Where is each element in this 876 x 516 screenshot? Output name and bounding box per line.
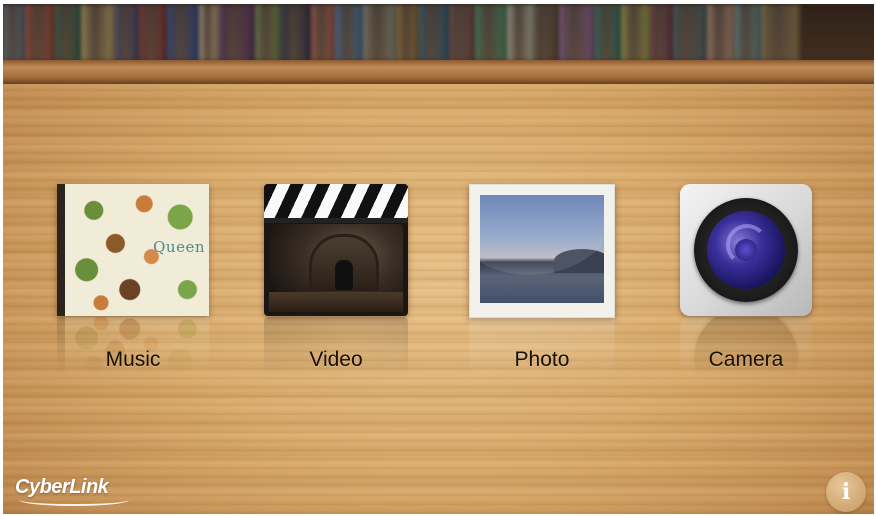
book-spine	[199, 4, 219, 62]
photo-frame-icon[interactable]	[469, 184, 615, 318]
book-spine	[115, 4, 139, 62]
scene-floor	[269, 292, 403, 312]
lens-ring	[694, 198, 798, 302]
book-spine	[735, 4, 761, 62]
book-spine	[219, 4, 255, 62]
book-spine	[419, 4, 449, 62]
book-spine	[475, 4, 507, 62]
book-spine	[397, 4, 419, 62]
scene-figure	[335, 260, 353, 290]
tile-camera[interactable]: Camera	[671, 184, 821, 384]
camera-lens-icon[interactable]	[680, 184, 812, 316]
book-spine	[707, 4, 735, 62]
cyberlink-logo: CyberLink	[15, 474, 135, 506]
tile-label-video[interactable]: Video	[261, 348, 411, 372]
album-cover-text: Queen	[153, 238, 205, 256]
app-window: Queen Music Video Photo Camera CyberLink…	[3, 4, 874, 514]
book-spine	[363, 4, 397, 62]
clapper-stripes	[264, 184, 408, 218]
book-spine	[25, 4, 55, 62]
book-spine	[139, 4, 167, 62]
book-spine	[281, 4, 311, 62]
book-spine	[507, 4, 535, 62]
book-spine	[55, 4, 81, 62]
clapper-bar	[264, 218, 408, 223]
book-spine	[595, 4, 621, 62]
book-spine	[311, 4, 335, 62]
book-spine	[81, 4, 115, 62]
logo-swoosh	[19, 494, 129, 506]
book-spine	[621, 4, 651, 62]
book-spine	[673, 4, 707, 62]
lens-center	[735, 239, 757, 261]
bookshelf-header	[3, 4, 874, 84]
video-scene	[269, 224, 403, 312]
tile-label-camera[interactable]: Camera	[671, 348, 821, 372]
tile-label-photo[interactable]: Photo	[467, 348, 617, 372]
info-button[interactable]: i	[826, 472, 866, 512]
book-spine	[651, 4, 673, 62]
book-spine	[535, 4, 559, 62]
book-spine	[335, 4, 363, 62]
book-spine	[255, 4, 281, 62]
book-spine	[559, 4, 595, 62]
book-spine	[3, 4, 25, 62]
book-spine	[761, 4, 801, 62]
tile-label-music[interactable]: Music	[58, 348, 208, 372]
book-spine	[167, 4, 199, 62]
tile-photo[interactable]: Photo	[467, 184, 617, 384]
bookshelf-books	[3, 4, 874, 62]
book-spine	[449, 4, 475, 62]
tile-music[interactable]: Queen Music	[57, 184, 209, 384]
photo-image	[480, 195, 604, 303]
tile-video[interactable]: Video	[261, 184, 411, 384]
shelf-board	[3, 60, 874, 84]
clapperboard-icon[interactable]	[264, 184, 408, 316]
album-cover-icon[interactable]: Queen	[57, 184, 209, 316]
